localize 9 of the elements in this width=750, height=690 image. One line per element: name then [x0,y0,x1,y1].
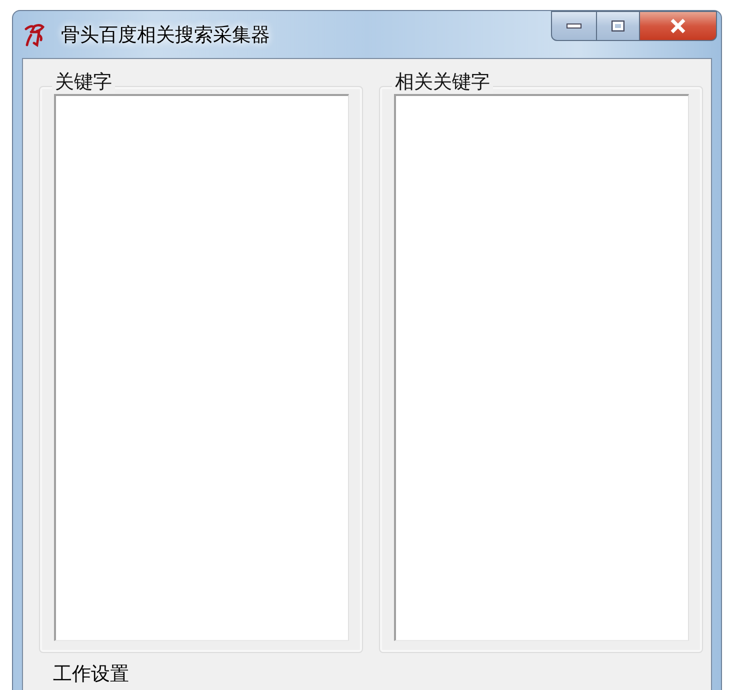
close-icon [669,18,687,34]
close-button[interactable] [640,11,717,41]
minimize-button[interactable] [551,11,597,41]
app-icon [23,22,45,46]
maximize-button[interactable] [597,11,640,41]
section-label: 工作设置 [53,663,129,685]
window-title: 骨头百度相关搜索采集器 [61,22,270,48]
maximize-icon [611,20,625,32]
minimize-icon [566,23,582,29]
